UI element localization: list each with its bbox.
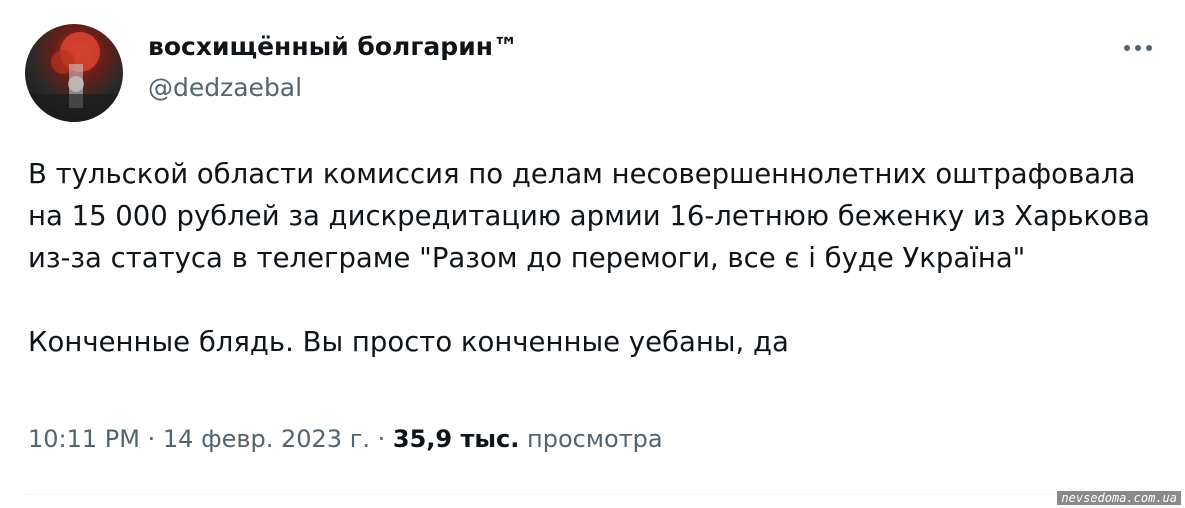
meta-separator: · <box>147 425 156 453</box>
meta-separator: · <box>377 425 386 453</box>
tweet-paragraph: Конченные блядь. Вы просто конченные уеб… <box>28 326 789 358</box>
tweet-meta: 10:11 PM · 14 февр. 2023 г. · 35,9 тыс. … <box>28 425 663 453</box>
tweet-time[interactable]: 10:11 PM <box>28 425 140 453</box>
views-count: 35,9 тыс. <box>392 425 520 453</box>
tweet-card: восхищённый болгарин™ @dedzaebal В тульс… <box>0 0 1185 508</box>
tweet-text: В тульской области комиссия по делам нес… <box>28 153 1158 363</box>
more-horizontal-icon <box>1124 45 1152 51</box>
avatar-image <box>25 32 123 122</box>
tweet-paragraph: В тульской области комиссия по делам нес… <box>28 158 1151 274</box>
more-options-button[interactable] <box>1118 34 1158 62</box>
views-label: просмотра <box>527 425 663 453</box>
user-handle[interactable]: @dedzaebal <box>148 73 302 102</box>
avatar[interactable] <box>25 24 123 122</box>
tweet-date[interactable]: 14 февр. 2023 г. <box>163 425 370 453</box>
watermark: nevsedoma.com.ua <box>1057 491 1181 505</box>
divider <box>25 494 1160 495</box>
display-name[interactable]: восхищённый болгарин™ <box>148 32 518 61</box>
